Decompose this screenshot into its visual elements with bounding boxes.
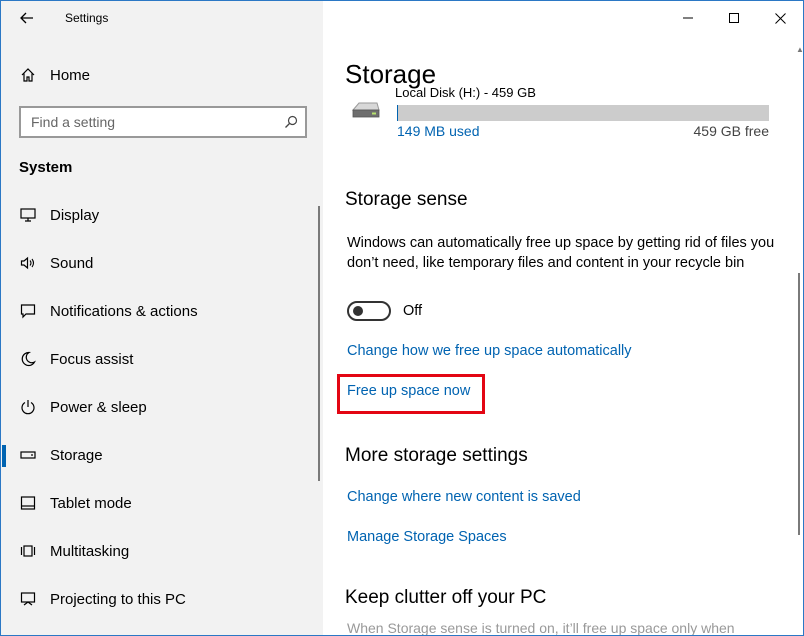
nav-item-label: Display: [50, 206, 100, 224]
toggle-state-label: Off: [403, 303, 423, 319]
nav-home-label: Home: [50, 66, 91, 84]
monitor-icon: [19, 206, 37, 224]
keep-clutter-text: When Storage sense is turned on, it’ll f…: [347, 620, 735, 636]
search-placeholder: Find a setting: [31, 114, 116, 130]
keep-clutter-heading: Keep clutter off your PC: [345, 587, 547, 608]
close-icon: [774, 12, 786, 24]
nav-item-label: Storage: [50, 446, 103, 464]
nav-item-label: Power & sleep: [50, 398, 147, 416]
storage-sense-description: Windows can automatically free up space …: [347, 235, 775, 271]
selected-indicator: [2, 445, 6, 467]
minimize-icon: [683, 17, 693, 19]
used-space-link[interactable]: 149 MB used: [397, 123, 480, 139]
storage-sense-heading: Storage sense: [345, 189, 468, 210]
maximize-button[interactable]: [711, 5, 757, 31]
drive-icon: [351, 102, 380, 118]
change-new-content-location-link[interactable]: Change where new content is saved: [347, 489, 581, 505]
toggle-knob: [353, 306, 363, 316]
storage-icon: [19, 446, 37, 464]
more-storage-heading: More storage settings: [345, 445, 528, 466]
search-icon[interactable]: [284, 115, 298, 129]
home-icon: [19, 66, 37, 84]
nav-group-system: System: [19, 159, 73, 176]
nav-item-display[interactable]: Display: [1, 195, 323, 235]
content-pane: Storage Local Disk (H:) - 459 GB 149 MB …: [323, 1, 803, 636]
manage-storage-spaces-link[interactable]: Manage Storage Spaces: [347, 529, 507, 545]
nav-item-focus-assist[interactable]: Focus assist: [1, 339, 323, 379]
storage-sense-toggle[interactable]: [347, 301, 391, 321]
nav-item-power-sleep[interactable]: Power & sleep: [1, 387, 323, 427]
nav-item-label: Focus assist: [50, 350, 134, 368]
settings-window: Settings Home Find a setting System Disp…: [0, 0, 804, 636]
nav-item-label: Projecting to this PC: [50, 590, 186, 608]
storage-usage-bar: [397, 105, 769, 121]
scroll-thumb[interactable]: [798, 273, 800, 535]
nav-item-projecting[interactable]: Projecting to this PC: [1, 579, 323, 619]
maximize-icon: [729, 13, 739, 23]
minimize-button[interactable]: [665, 5, 711, 31]
nav-item-label: Sound: [50, 254, 94, 272]
drive-label-text: Local Disk (H:) - 459 GB: [395, 85, 536, 100]
nav-item-multitasking[interactable]: Multitasking: [1, 531, 323, 571]
close-button[interactable]: [757, 5, 803, 31]
highlight-box: [337, 374, 485, 414]
back-arrow-icon: [20, 12, 33, 24]
nav-item-tablet-mode[interactable]: Tablet mode: [1, 483, 323, 523]
nav-home[interactable]: Home: [1, 55, 323, 95]
speaker-icon: [19, 254, 37, 272]
app-title: Settings: [65, 11, 109, 25]
notification-icon: [19, 302, 37, 320]
drive-label: Local Disk (H:) - 459 GB: [395, 85, 555, 101]
change-free-space-link[interactable]: Change how we free up space automaticall…: [347, 343, 632, 359]
projecting-icon: [19, 590, 37, 608]
power-icon: [19, 398, 37, 416]
scroll-up-arrow-icon[interactable]: ▲: [796, 45, 803, 54]
free-space-text: 459 GB free: [693, 123, 770, 139]
nav-item-storage[interactable]: Storage: [1, 435, 323, 475]
nav-item-sound[interactable]: Sound: [1, 243, 323, 283]
content-scrollbar[interactable]: ▲: [795, 45, 803, 635]
nav-item-label: Tablet mode: [50, 494, 132, 512]
tablet-icon: [19, 494, 37, 512]
nav-scrollbar[interactable]: [318, 206, 320, 481]
navigation-pane: Settings Home Find a setting System Disp…: [1, 1, 323, 635]
nav-item-notifications[interactable]: Notifications & actions: [1, 291, 323, 331]
back-button[interactable]: [15, 7, 39, 29]
search-input[interactable]: Find a setting: [19, 106, 307, 138]
nav-item-label: Multitasking: [50, 542, 130, 560]
moon-icon: [19, 350, 37, 368]
multitasking-icon: [19, 542, 37, 560]
nav-item-label: Notifications & actions: [50, 302, 198, 320]
